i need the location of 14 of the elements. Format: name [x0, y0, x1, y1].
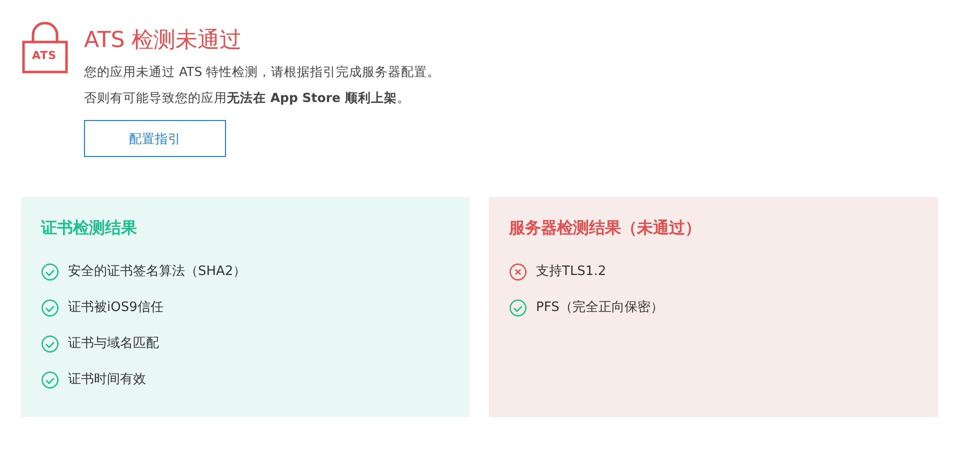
result-item: 安全的证书签名算法（SHA2）: [68, 263, 246, 282]
lock-icon: [22, 22, 68, 74]
panel-title: 证书检测结果: [41, 217, 138, 240]
notice-text: 您的应用未通过 ATS 特性检测，请根据指引完成服务器配置。: [84, 64, 440, 80]
guide-button[interactable]: 配置指引: [84, 120, 226, 158]
result-item: 证书与域名匹配: [68, 335, 159, 354]
result-item: 证书被iOS9信任: [68, 299, 164, 318]
notice-text: 否则有可能导致您的应用无法在 App Store 顺利上架。: [84, 90, 411, 106]
lock-label: ATS: [32, 50, 57, 61]
result-item: 证书时间有效: [68, 371, 146, 390]
page-title: ATS 检测未通过: [84, 28, 243, 54]
panel-title: 服务器检测结果（未通过）: [509, 217, 702, 240]
result-item: PFS（完全正向保密）: [536, 299, 664, 318]
result-item: 支持TLS1.2: [536, 263, 606, 282]
